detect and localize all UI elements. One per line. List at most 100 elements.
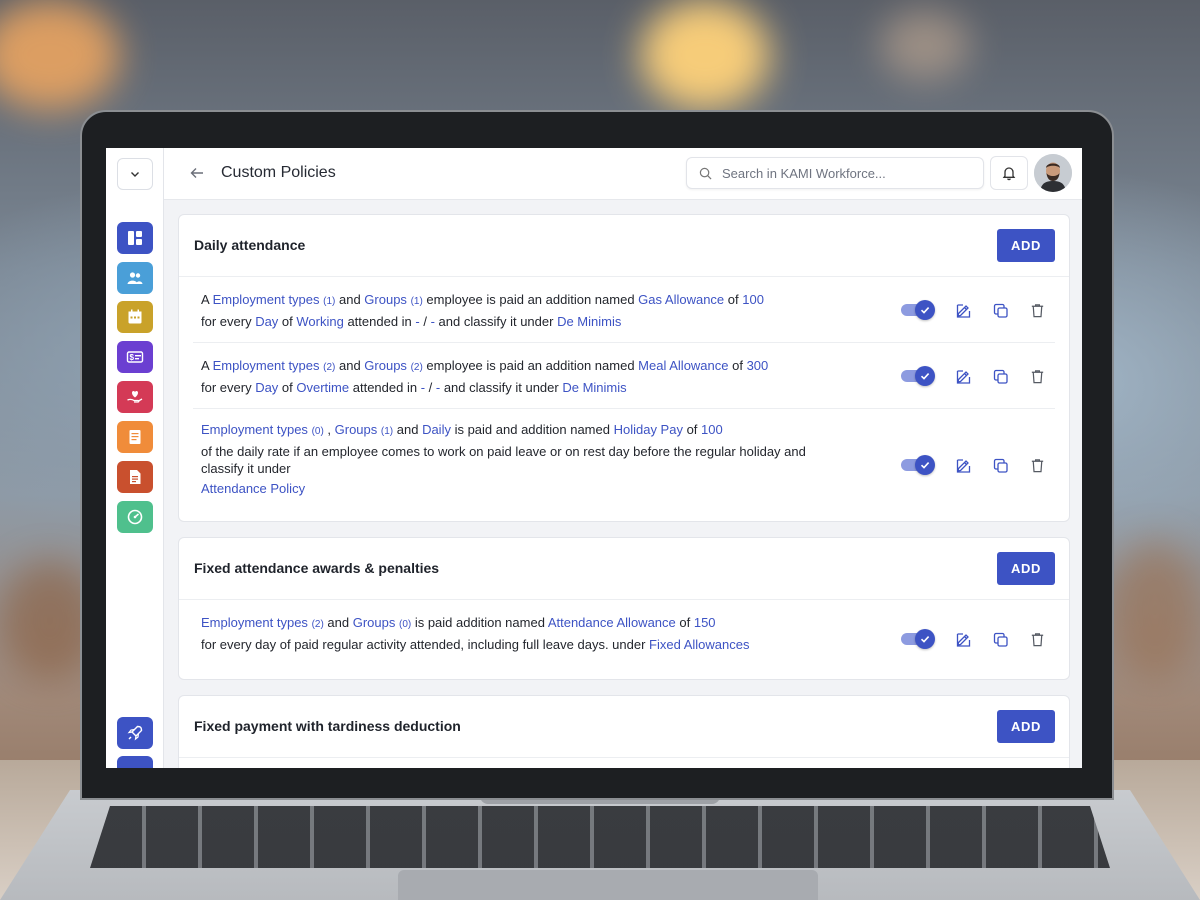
policy-rule-text: Employment types (0) , Groups (1) and Da… xyxy=(193,409,833,497)
sidebar-item-payroll[interactable]: $ xyxy=(117,341,153,373)
rule-count-badge: (1) xyxy=(380,426,394,437)
rule-field-link[interactable]: De Minimis xyxy=(562,380,626,395)
rule-field-link[interactable]: Groups xyxy=(353,615,396,630)
back-button[interactable] xyxy=(186,162,208,184)
rule-field-link[interactable]: Daily xyxy=(422,422,451,437)
sidebar-item-report[interactable] xyxy=(117,461,153,493)
notifications-button[interactable] xyxy=(990,156,1028,190)
sidebar: $ xyxy=(106,148,164,768)
rule-line: for every day of paid regular activity a… xyxy=(201,635,833,655)
edit-button[interactable] xyxy=(953,300,973,320)
delete-button[interactable] xyxy=(1027,455,1047,475)
edit-icon xyxy=(956,303,970,318)
check-icon xyxy=(920,462,930,469)
rule-text-segment: , xyxy=(323,422,335,437)
rule-field-link[interactable]: Attendance Policy xyxy=(201,481,305,496)
sidebar-item-dashboard[interactable] xyxy=(117,222,153,254)
rocket-icon xyxy=(127,725,143,741)
policy-section-card: Fixed attendance awards & penalties ADD Em… xyxy=(178,537,1070,680)
edit-icon xyxy=(956,369,970,384)
duplicate-button[interactable] xyxy=(990,455,1010,475)
rule-field-link[interactable]: Gas Allowance xyxy=(638,292,724,307)
rule-field-link[interactable]: Employment types xyxy=(201,615,308,630)
delete-button[interactable] xyxy=(1027,629,1047,649)
add-policy-button[interactable]: ADD xyxy=(997,229,1055,262)
sidebar-item-calendar[interactable] xyxy=(117,301,153,333)
rule-field-link[interactable]: Employment types xyxy=(201,422,308,437)
search-input[interactable] xyxy=(722,165,962,181)
rule-field-link[interactable]: Attendance Allowance xyxy=(548,615,676,630)
section-header: Fixed payment with tardiness deduction AD… xyxy=(179,696,1069,758)
rule-line: A Employment types (2) and Groups (2) em… xyxy=(201,356,833,378)
rule-field-link[interactable]: De Minimis xyxy=(557,314,621,329)
rule-count-badge: (2) xyxy=(323,362,336,373)
policy-rule-text: Employment types (2) and Groups (0) is p… xyxy=(193,600,833,655)
check-icon xyxy=(920,636,930,643)
rule-text-segment: is paid addition named xyxy=(411,615,548,630)
rule-text-segment: attended in xyxy=(343,314,416,329)
rule-line: for every Day of Overtime attended in - … xyxy=(201,378,833,398)
add-policy-button[interactable]: ADD xyxy=(997,552,1055,585)
app-screen: $ Custom Policies Search in KAMI Workfor… xyxy=(106,148,1082,768)
rule-field-link[interactable]: Day xyxy=(255,314,278,329)
rule-line: Employment types (2) and Groups (0) is p… xyxy=(201,613,833,635)
rule-field-link[interactable]: Employment types xyxy=(213,292,320,307)
sidebar-item-people[interactable] xyxy=(117,262,153,294)
rule-field-link[interactable]: Employment types xyxy=(213,358,320,373)
duplicate-button[interactable] xyxy=(990,366,1010,386)
collapse-button[interactable] xyxy=(117,158,153,190)
people-icon xyxy=(127,272,143,284)
sidebar-item-rocket[interactable] xyxy=(117,717,153,749)
delete-button[interactable] xyxy=(1027,300,1047,320)
laptop-keyboard xyxy=(90,806,1110,868)
calendar-icon xyxy=(128,309,142,324)
rule-field-link[interactable]: Fixed Allowances xyxy=(649,637,749,652)
rule-field-link[interactable]: 100 xyxy=(701,422,723,437)
svg-text:$: $ xyxy=(130,353,135,362)
edit-button[interactable] xyxy=(953,366,973,386)
rule-field-link[interactable]: 150 xyxy=(694,615,716,630)
sidebar-item-more[interactable] xyxy=(117,756,153,768)
rule-field-link[interactable]: Working xyxy=(296,314,343,329)
delete-button[interactable] xyxy=(1027,366,1047,386)
edit-button[interactable] xyxy=(953,629,973,649)
rule-enabled-toggle[interactable] xyxy=(901,629,935,649)
rule-field-link[interactable]: 300 xyxy=(747,358,769,373)
rule-count-badge: (0) xyxy=(398,619,412,630)
sidebar-item-document[interactable] xyxy=(117,421,153,453)
search-box[interactable] xyxy=(686,157,984,189)
rule-actions xyxy=(901,455,1047,475)
rule-text-segment: and xyxy=(335,292,365,307)
rule-field-link[interactable]: Day xyxy=(255,380,278,395)
edit-icon xyxy=(956,632,970,647)
toggle-knob xyxy=(915,366,935,386)
trash-icon xyxy=(1031,369,1043,383)
rule-enabled-toggle[interactable] xyxy=(901,300,935,320)
sidebar-item-benefits[interactable] xyxy=(117,381,153,413)
rule-enabled-toggle[interactable] xyxy=(901,366,935,386)
edit-button[interactable] xyxy=(953,455,973,475)
check-icon xyxy=(920,307,930,314)
avatar[interactable] xyxy=(1034,154,1072,192)
rule-text-segment: and classify it under xyxy=(434,314,558,329)
rule-field-link[interactable]: Groups xyxy=(364,292,407,307)
duplicate-button[interactable] xyxy=(990,629,1010,649)
gauge-icon xyxy=(127,509,143,525)
rule-count-badge: (2) xyxy=(311,619,324,630)
rule-text-segment: employee is paid an addition named xyxy=(422,358,639,373)
rule-field-link[interactable]: Groups xyxy=(335,422,378,437)
edit-icon xyxy=(956,458,970,473)
sidebar-item-gauge[interactable] xyxy=(117,501,153,533)
rule-field-link[interactable]: Overtime xyxy=(296,380,349,395)
rule-field-link[interactable]: Holiday Pay xyxy=(614,422,683,437)
add-policy-button[interactable]: ADD xyxy=(997,710,1055,743)
rule-text-segment: for every xyxy=(201,380,256,395)
rule-enabled-toggle[interactable] xyxy=(901,455,935,475)
bell-icon xyxy=(1002,167,1016,181)
trash-icon xyxy=(1031,632,1043,646)
copy-icon xyxy=(993,632,1008,647)
rule-field-link[interactable]: Meal Allowance xyxy=(638,358,728,373)
duplicate-button[interactable] xyxy=(990,300,1010,320)
rule-field-link[interactable]: 100 xyxy=(742,292,764,307)
rule-field-link[interactable]: Groups xyxy=(364,358,407,373)
